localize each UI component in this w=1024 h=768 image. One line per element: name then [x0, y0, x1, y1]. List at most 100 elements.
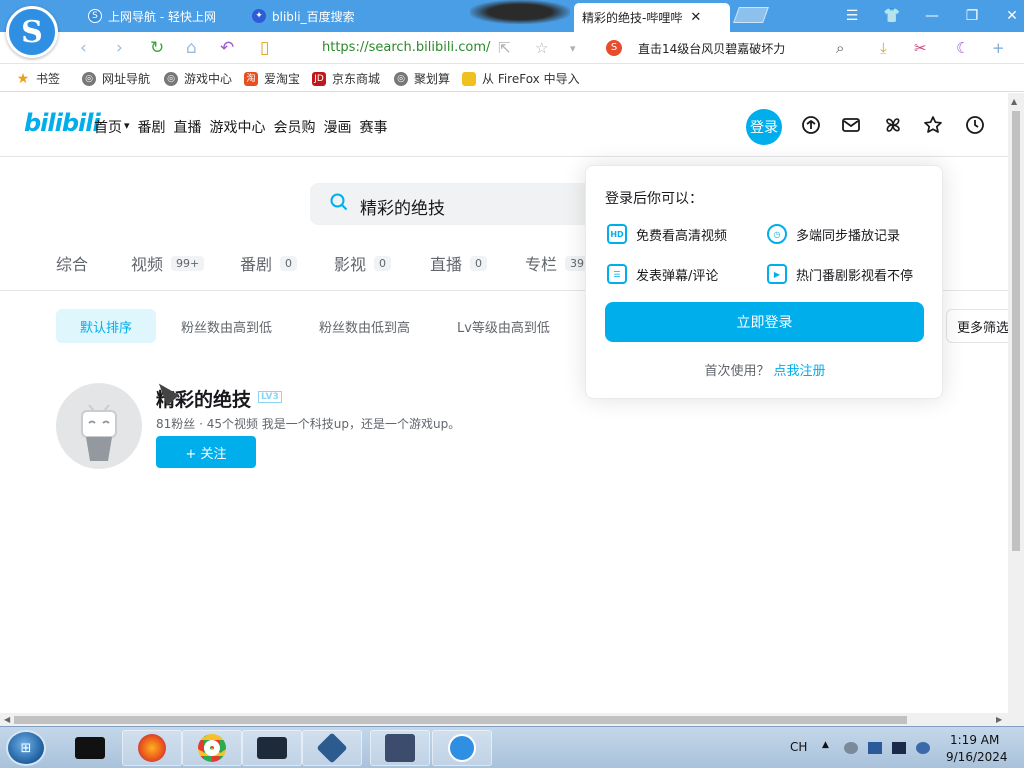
tray-app-icon[interactable]: [844, 742, 858, 754]
start-button[interactable]: ⊞: [6, 730, 46, 766]
danmaku-icon: ☰: [607, 264, 627, 284]
taskbar-item[interactable]: [432, 730, 492, 766]
history-icon[interactable]: [964, 114, 986, 136]
chevron-down-icon[interactable]: ▾: [570, 42, 576, 55]
browser-logo-icon: [448, 734, 476, 762]
register-link[interactable]: 点我注册: [774, 364, 826, 379]
tray-app-icon[interactable]: [868, 742, 882, 754]
scroll-right-icon[interactable]: ▶: [996, 715, 1002, 724]
forward-icon[interactable]: ›: [116, 38, 123, 58]
search-input[interactable]: 精彩的绝技: [310, 183, 610, 225]
address-bar[interactable]: https://search.bilibili.com/: [322, 40, 490, 55]
language-indicator[interactable]: CH: [790, 740, 807, 754]
home-icon[interactable]: ⌂: [186, 38, 197, 58]
more-filter-button[interactable]: 更多筛选: [946, 309, 1008, 343]
taskbar-item[interactable]: [182, 730, 242, 766]
share-icon[interactable]: ⇱: [498, 39, 511, 57]
reading-icon[interactable]: ▯: [260, 38, 269, 58]
taskbar-item[interactable]: [302, 730, 362, 766]
monitor-icon: [257, 737, 287, 759]
vertical-scrollbar[interactable]: ▲: [1008, 93, 1024, 713]
sort-level-desc[interactable]: Lv等级由高到低: [433, 309, 574, 343]
message-icon[interactable]: [840, 114, 862, 136]
download-icon[interactable]: ⤓: [880, 39, 887, 57]
tab-anime[interactable]: 番剧 0: [240, 251, 298, 275]
tab-video[interactable]: 视频 99+: [131, 251, 205, 275]
back-icon[interactable]: ‹: [80, 38, 87, 58]
sort-fans-asc[interactable]: 粉丝数由低到高: [295, 309, 434, 343]
star-icon: ★: [16, 70, 30, 87]
undo-icon[interactable]: ↶: [220, 38, 234, 58]
tab-article[interactable]: 专栏 39: [525, 251, 590, 275]
chevron-down-icon[interactable]: ▾: [124, 119, 130, 137]
app-8-icon: [385, 734, 415, 762]
nav-esports[interactable]: 赛事: [360, 117, 388, 137]
taskbar-item[interactable]: [60, 730, 120, 766]
tab-baidu-search[interactable]: ✦ blibli_百度搜索: [244, 2, 404, 30]
clock-date[interactable]: 9/16/2024: [946, 750, 1008, 764]
login-now-button[interactable]: 立即登录: [605, 302, 924, 342]
folder-dark-icon: [75, 737, 105, 759]
bookmark-item[interactable]: JD 京东商城: [312, 70, 380, 87]
follow-button[interactable]: + 关注: [156, 436, 256, 468]
moon-icon[interactable]: ☾: [956, 39, 969, 57]
bookmark-item[interactable]: ★ 书签: [16, 70, 60, 87]
favorite-icon[interactable]: [922, 114, 944, 136]
bookmark-item[interactable]: 淘爱淘宝: [244, 70, 300, 87]
scroll-left-icon[interactable]: ◀: [4, 715, 10, 724]
taskbar-item[interactable]: [370, 730, 430, 766]
menu-icon[interactable]: ☰: [832, 0, 872, 32]
tab-film[interactable]: 影视 0: [334, 251, 392, 275]
nav-live[interactable]: 直播: [174, 117, 202, 137]
news-ticker[interactable]: 直击14级台风贝碧嘉破坏力: [638, 40, 785, 57]
nav-home[interactable]: 首页: [94, 117, 122, 137]
taskbar-item[interactable]: [122, 730, 182, 766]
bookmarks-bar: ★ 书签 ◎ 网址导航 ◎ 游戏中心 淘爱淘宝 JD 京东商城 ◎ 聚划算 从 FireF…: [0, 64, 1024, 92]
bilibili-logo[interactable]: bilibili: [24, 109, 101, 137]
horizontal-scrollbar[interactable]: ◀ ▶: [0, 713, 1024, 726]
dynamic-icon[interactable]: [882, 114, 904, 136]
search-icon[interactable]: ⌕: [836, 39, 844, 57]
sort-default[interactable]: 默认排序: [56, 309, 157, 343]
browser-logo[interactable]: S: [6, 6, 58, 58]
nav-anime[interactable]: 番剧: [138, 117, 166, 137]
bookmark-item[interactable]: ◎ 网址导航: [82, 70, 150, 87]
tab-bilibili-search[interactable]: 精彩的绝技-哔哩哔 ✕: [574, 3, 730, 32]
nav-game-center[interactable]: 游戏中心: [210, 117, 266, 137]
bookmark-item[interactable]: ◎ 游戏中心: [164, 70, 232, 87]
tab-all[interactable]: 综合: [56, 251, 88, 275]
restore-icon[interactable]: ❐: [952, 0, 992, 32]
tray-expand-icon[interactable]: ▲: [822, 740, 829, 750]
add-icon[interactable]: +: [992, 39, 1005, 57]
clock-time[interactable]: 1:19 AM: [950, 733, 999, 747]
bookmark-item[interactable]: 从 FireFox 中导入: [462, 70, 580, 87]
tab-navigation[interactable]: S 上网导航 - 轻快上网: [80, 2, 240, 30]
skin-icon[interactable]: 👕: [872, 0, 912, 32]
new-tab-button[interactable]: [733, 7, 769, 23]
monitor-tray-icon[interactable]: [892, 742, 906, 754]
close-tab-icon[interactable]: ✕: [690, 10, 701, 25]
nav-manga[interactable]: 漫画: [324, 117, 352, 137]
vip-icon[interactable]: [800, 114, 822, 136]
search-icon[interactable]: [330, 193, 348, 216]
clock-icon: ◷: [767, 224, 787, 244]
network-icon[interactable]: [916, 742, 930, 754]
sort-fans-desc[interactable]: 粉丝数由高到低: [157, 309, 296, 343]
news-badge[interactable]: S: [606, 40, 622, 56]
cut-icon[interactable]: ✂: [914, 39, 927, 57]
tab-live[interactable]: 直播 0: [430, 251, 488, 275]
close-window-icon[interactable]: ✕: [992, 0, 1024, 32]
login-popup: 登录后你可以： HD 免费看高清视频 ◷ 多端同步播放记录 ☰ 发表弹幕/评论 ▶ 热门…: [585, 165, 943, 399]
nav-mall[interactable]: 会员购: [274, 117, 316, 137]
scroll-up-icon[interactable]: ▲: [1011, 97, 1017, 106]
refresh-icon[interactable]: ↻: [150, 38, 164, 58]
scrollbar-thumb[interactable]: [1012, 111, 1020, 551]
login-button[interactable]: 登录: [746, 109, 782, 145]
bookmark-item[interactable]: ◎ 聚划算: [394, 70, 450, 87]
minimize-icon[interactable]: —: [912, 0, 952, 32]
user-meta: 81粉丝 · 45个视频 我是一个科技up，还是一个游戏up。: [156, 417, 461, 431]
bookmark-star-icon[interactable]: ☆: [535, 39, 548, 57]
avatar[interactable]: [56, 383, 142, 469]
taskbar-item[interactable]: [242, 730, 302, 766]
scrollbar-thumb[interactable]: [14, 716, 907, 724]
